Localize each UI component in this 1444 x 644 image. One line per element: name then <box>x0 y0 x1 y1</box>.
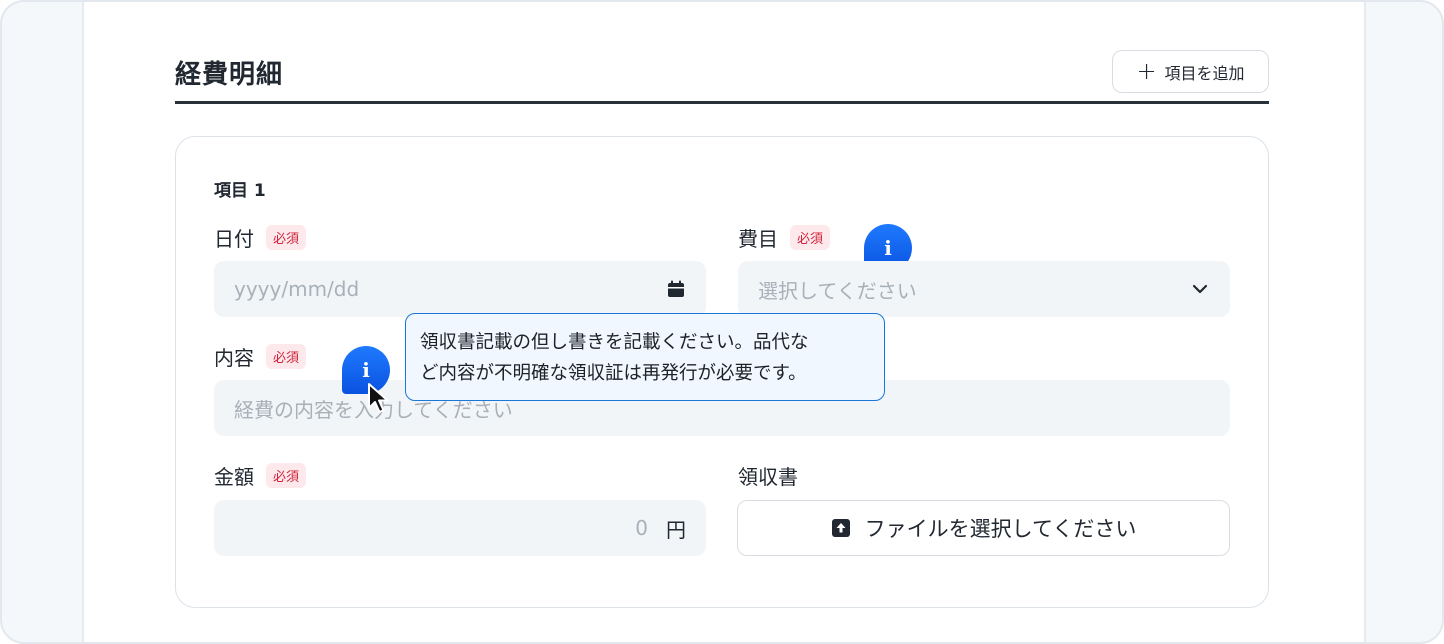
required-badge: 必須 <box>266 463 307 488</box>
amount-input[interactable]: 0 円 <box>214 500 706 556</box>
tooltip-line-1: 領収書記載の但し書きを記載ください。品代な <box>420 332 809 353</box>
file-select-label: ファイルを選択してください <box>864 517 1137 541</box>
description-label: 内容 <box>214 346 254 370</box>
add-item-label: 項目を追加 <box>1164 63 1245 83</box>
date-placeholder: yyyy/mm/dd <box>234 277 360 301</box>
date-label: 日付 <box>214 227 254 251</box>
required-badge: 必須 <box>790 225 831 250</box>
category-label: 費目 <box>738 227 778 251</box>
category-placeholder: 選択してください <box>758 278 917 303</box>
category-label-row: 費目 必須 <box>738 223 831 252</box>
item-heading: 項目 1 <box>214 181 266 201</box>
plus-icon: + <box>1136 56 1157 85</box>
tooltip-line-2: ど内容が不明確な領収証は再発行が必要です。 <box>420 363 807 384</box>
chevron-down-icon <box>1192 284 1208 294</box>
upload-icon <box>831 519 850 537</box>
receipt-label: 領収書 <box>738 465 798 489</box>
file-select-button[interactable]: ファイルを選択してください <box>737 500 1230 556</box>
calendar-icon[interactable] <box>666 279 686 299</box>
required-badge: 必須 <box>266 225 307 250</box>
amount-value: 0 <box>635 516 648 540</box>
section-title: 経費明細 <box>175 60 284 90</box>
receipt-label-row: 領収書 <box>738 461 798 490</box>
required-badge: 必須 <box>266 344 307 369</box>
amount-label: 金額 <box>214 465 254 489</box>
description-label-row: 内容 必須 <box>214 342 307 371</box>
date-label-row: 日付 必須 <box>214 223 307 252</box>
date-input[interactable]: yyyy/mm/dd <box>214 261 706 317</box>
add-item-button[interactable]: + 項目を追加 <box>1112 50 1269 93</box>
section-divider <box>175 101 1269 104</box>
help-tooltip: 領収書記載の但し書きを記載ください。品代な ど内容が不明確な領収証は再発行が必要… <box>405 313 885 401</box>
amount-label-row: 金額 必須 <box>214 461 307 490</box>
mouse-pointer-icon <box>368 383 389 413</box>
category-select[interactable]: 選択してください <box>738 261 1230 317</box>
amount-unit: 円 <box>666 517 686 542</box>
